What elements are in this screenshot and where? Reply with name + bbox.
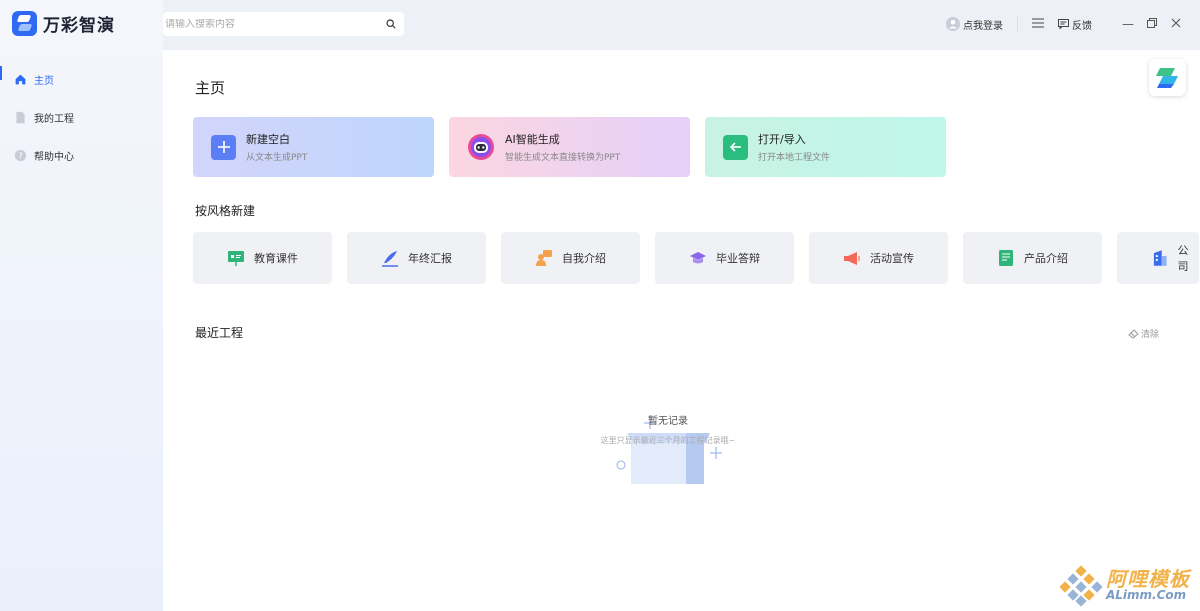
- search-icon[interactable]: [386, 19, 396, 29]
- style-label: 自我介绍: [562, 252, 606, 265]
- watermark-logo-icon: [1060, 565, 1102, 607]
- watermark-url: ALimm.Com: [1106, 588, 1187, 603]
- robot-icon: [467, 133, 495, 161]
- sidebar-item-label: 主页: [34, 75, 54, 87]
- feedback-icon: [1058, 19, 1069, 29]
- style-item-company[interactable]: 公司: [1117, 232, 1199, 284]
- feedback-label: 反馈: [1072, 20, 1092, 32]
- top-right-controls: 点我登录 反馈 —: [946, 0, 1188, 48]
- card-title: AI智能生成: [505, 133, 560, 146]
- watermark: 阿哩模板 ALimm.Com: [1060, 565, 1190, 607]
- minimize-icon: —: [1122, 17, 1134, 31]
- sidebar: 万彩智演 主页 我的工程 ? 帮助中心: [0, 0, 163, 611]
- sidebar-item-help[interactable]: ? 帮助中心: [0, 136, 163, 174]
- card-title: 新建空白: [246, 133, 290, 146]
- style-label: 教育课件: [254, 252, 298, 265]
- style-item-event-promo[interactable]: 活动宣传: [809, 232, 948, 284]
- style-item-self-intro[interactable]: 自我介绍: [501, 232, 640, 284]
- sidebar-item-home[interactable]: 主页: [0, 60, 163, 98]
- ai-generate-card[interactable]: AI智能生成 智能生成文本直接转换为PPT: [449, 117, 690, 177]
- empty-title: 暂无记录: [648, 416, 688, 427]
- app-badge-icon: [1156, 68, 1178, 88]
- style-label: 公司: [1177, 244, 1189, 273]
- import-icon: [723, 134, 748, 160]
- sidebar-item-label: 帮助中心: [34, 151, 74, 163]
- home-icon: [15, 74, 26, 84]
- file-icon: [16, 111, 25, 123]
- quick-start-cards: 新建空白 从文本生成PPT AI智能生成 智能生成文本直接转换为PPT 打开/导…: [193, 117, 946, 177]
- style-section-title: 按风格新建: [195, 204, 256, 218]
- app-logo: 万彩智演: [12, 11, 115, 36]
- empty-subtitle: 这里只显示最近三个月的工程记录哦~: [600, 436, 736, 445]
- recent-projects-title: 最近工程: [195, 326, 244, 340]
- graduation-cap-icon: [690, 252, 706, 264]
- app-name: 万彩智演: [43, 16, 115, 36]
- avatar-icon: [946, 17, 960, 31]
- restore-icon: [1147, 18, 1157, 28]
- help-icon: ?: [14, 149, 27, 161]
- menu-button[interactable]: [1032, 18, 1044, 31]
- style-item-graduation[interactable]: 毕业答辩: [655, 232, 794, 284]
- style-item-education[interactable]: 教育课件: [193, 232, 332, 284]
- close-button[interactable]: [1164, 17, 1188, 31]
- app-logo-icon: [12, 11, 37, 36]
- card-subtitle: 打开本地工程文件: [758, 153, 831, 163]
- svg-text:?: ?: [18, 150, 22, 160]
- document-icon: [999, 250, 1013, 266]
- open-import-card[interactable]: 打开/导入 打开本地工程文件: [705, 117, 946, 177]
- login-label: 点我登录: [963, 20, 1003, 32]
- style-item-annual-report[interactable]: 年终汇报: [347, 232, 486, 284]
- person-icon: [536, 250, 552, 266]
- watermark-text: 阿哩模板: [1106, 567, 1190, 592]
- clear-button[interactable]: 清除: [1128, 327, 1159, 340]
- empty-state: 暂无记录 这里只显示最近三个月的工程记录哦~: [563, 412, 773, 446]
- style-item-product-intro[interactable]: 产品介绍: [963, 232, 1102, 284]
- style-label: 活动宣传: [870, 252, 914, 265]
- sidebar-item-my-projects[interactable]: 我的工程: [0, 98, 163, 136]
- style-templates: 教育课件 年终汇报 自我介绍 毕业答辩 活动宣传 产品介绍 公司: [193, 232, 1199, 284]
- sidebar-nav: 主页 我的工程 ? 帮助中心: [0, 60, 163, 174]
- minimize-button[interactable]: —: [1116, 17, 1140, 31]
- login-button[interactable]: 点我登录: [946, 17, 1018, 32]
- megaphone-icon: [844, 252, 860, 265]
- style-label: 毕业答辩: [716, 252, 760, 265]
- search-input[interactable]: [165, 18, 386, 30]
- card-subtitle: 从文本生成PPT: [246, 153, 308, 163]
- restore-button[interactable]: [1140, 17, 1164, 31]
- clear-label: 清除: [1140, 330, 1159, 340]
- board-icon: [228, 251, 244, 266]
- building-icon: [1153, 250, 1167, 266]
- style-label: 年终汇报: [408, 252, 452, 265]
- card-subtitle: 智能生成文本直接转换为PPT: [505, 153, 621, 163]
- feedback-button[interactable]: 反馈: [1058, 17, 1092, 32]
- menu-icon: [1032, 18, 1044, 27]
- new-blank-card[interactable]: 新建空白 从文本生成PPT: [193, 117, 434, 177]
- page-title: 主页: [195, 79, 226, 97]
- close-icon: [1171, 18, 1181, 28]
- top-bar: 点我登录 反馈 —: [163, 0, 1200, 50]
- style-label: 产品介绍: [1024, 252, 1068, 265]
- main-content: 主页 新建空白 从文本生成PPT AI智能生成 智能生成文本直接转换为PPT 打…: [163, 50, 1200, 611]
- broom-icon: [1128, 328, 1139, 339]
- corner-app-logo[interactable]: [1149, 59, 1186, 96]
- card-title: 打开/导入: [758, 133, 806, 146]
- sidebar-item-label: 我的工程: [34, 113, 74, 125]
- plus-icon: [211, 134, 236, 160]
- pen-icon: [382, 251, 398, 267]
- search-box: [163, 12, 404, 36]
